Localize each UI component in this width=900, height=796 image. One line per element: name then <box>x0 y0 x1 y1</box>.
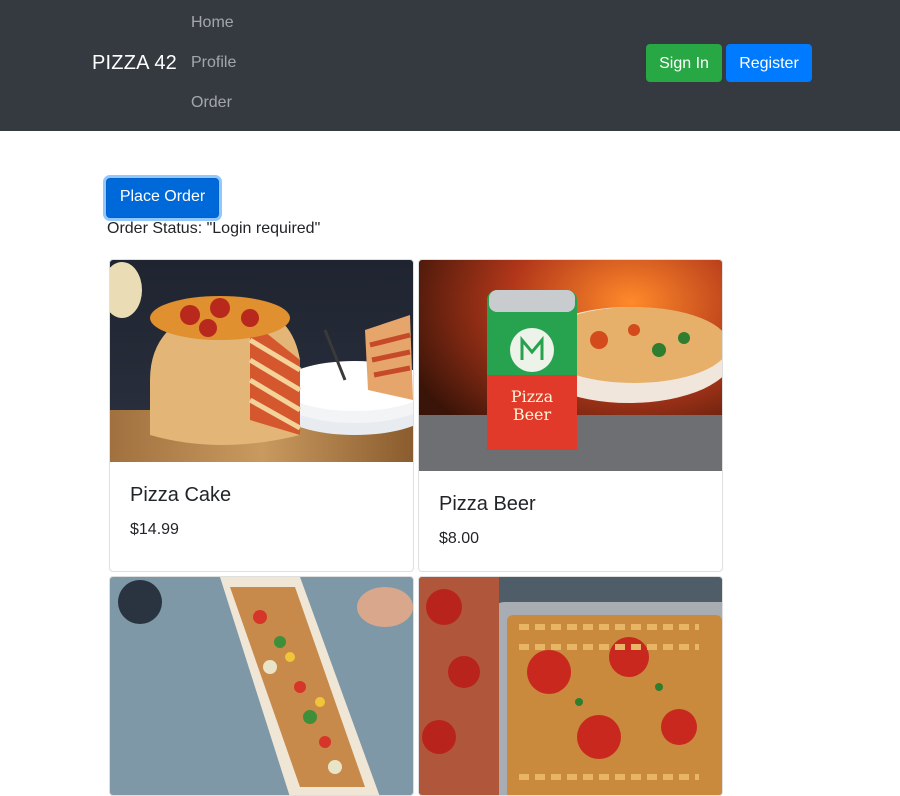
svg-text:Pizza: Pizza <box>511 387 554 406</box>
flatbread-pizza-image <box>110 577 413 795</box>
place-order-button[interactable]: Place Order <box>106 178 219 218</box>
product-card[interactable]: Pizza Beer Pizza Beer $8.00 <box>418 259 723 572</box>
pizza-fries-image <box>419 577 722 795</box>
order-status-text: Order Status: "Login required" <box>107 220 321 237</box>
nav-link-order[interactable]: Order <box>191 94 232 112</box>
nav-link-profile[interactable]: Profile <box>191 54 236 72</box>
register-button[interactable]: Register <box>726 44 812 82</box>
product-price: $14.99 <box>130 521 179 538</box>
navbar: PIZZA 42 Home Profile Order Sign In Regi… <box>0 0 900 131</box>
brand-logo[interactable]: PIZZA 42 <box>92 52 177 75</box>
product-price: $8.00 <box>439 530 480 547</box>
product-card[interactable] <box>418 576 723 796</box>
product-name: Pizza Cake <box>130 484 232 506</box>
svg-text:Beer: Beer <box>513 405 552 424</box>
product-card[interactable]: Pizza Cake $14.99 <box>109 259 414 572</box>
product-name: Pizza Beer <box>439 493 536 515</box>
pizza-cake-image <box>110 260 413 462</box>
pizza-beer-image: Pizza Beer <box>419 260 722 471</box>
sign-in-button[interactable]: Sign In <box>646 44 722 82</box>
nav-link-home[interactable]: Home <box>191 14 234 32</box>
product-card[interactable] <box>109 576 414 796</box>
